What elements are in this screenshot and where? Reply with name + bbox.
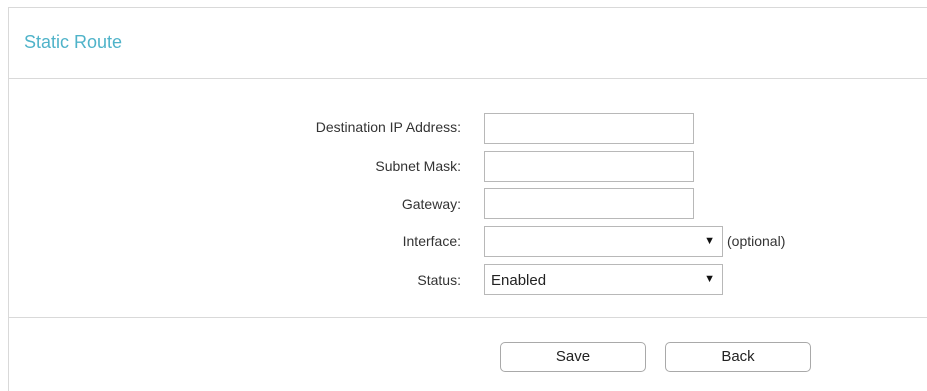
- footer-divider: [9, 317, 927, 318]
- header-divider: [9, 78, 927, 79]
- gateway-input[interactable]: [484, 188, 694, 219]
- static-route-panel: Static Route Destination IP Address: Sub…: [8, 7, 927, 391]
- status-select[interactable]: Enabled ▼: [484, 264, 723, 295]
- subnet-mask-input[interactable]: [484, 151, 694, 182]
- interface-select[interactable]: ▼: [484, 226, 723, 257]
- status-label: Status:: [417, 272, 461, 288]
- gateway-label: Gateway:: [401, 196, 461, 212]
- save-button[interactable]: Save: [500, 342, 646, 372]
- interface-optional-hint: (optional): [727, 233, 786, 249]
- status-select-value: Enabled: [491, 272, 547, 289]
- chevron-down-icon: ▼: [704, 273, 715, 285]
- destination-ip-input[interactable]: [484, 113, 694, 144]
- destination-ip-label: Destination IP Address:: [315, 119, 461, 135]
- subnet-mask-label: Subnet Mask:: [375, 158, 461, 174]
- chevron-down-icon: ▼: [704, 235, 715, 247]
- page-title: Static Route: [24, 32, 123, 52]
- interface-label: Interface:: [402, 233, 461, 249]
- back-button[interactable]: Back: [665, 342, 811, 372]
